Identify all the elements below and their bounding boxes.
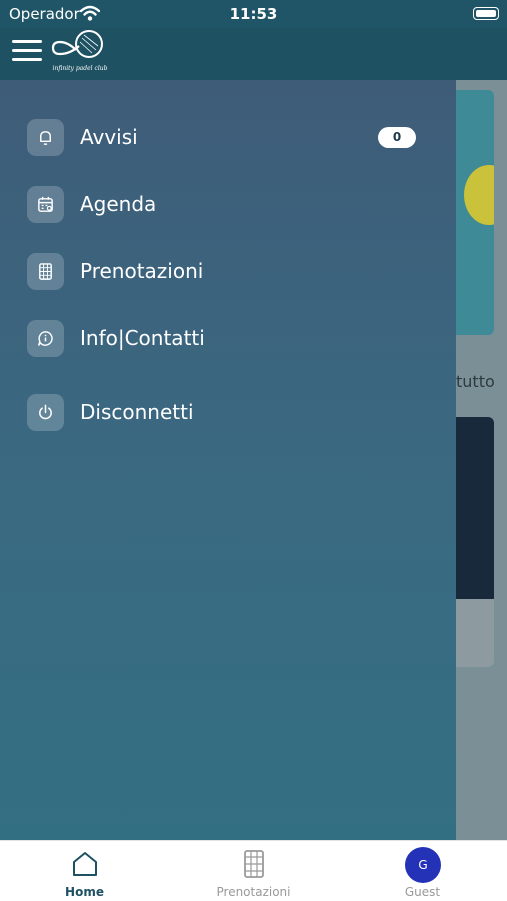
menu-item-agenda[interactable]: Agenda	[27, 184, 427, 224]
calendar-icon	[27, 186, 64, 223]
background-page: tutto	[456, 80, 507, 840]
menu-item-label: Avvisi	[80, 125, 138, 149]
tab-label: Home	[65, 885, 104, 899]
battery-icon	[473, 7, 499, 20]
club-logo: infinity padel club	[51, 30, 108, 72]
info-bubble-icon	[27, 320, 64, 357]
menu-item-avvisi[interactable]: Avvisi 0	[27, 117, 427, 157]
tab-label: Guest	[404, 885, 441, 899]
court-icon	[27, 253, 64, 290]
app-header: infinity padel club	[0, 28, 507, 80]
logo-text: infinity padel club	[53, 65, 108, 72]
menu-item-label: Agenda	[80, 192, 157, 216]
home-icon	[73, 852, 97, 876]
menu-item-label: Prenotazioni	[80, 259, 204, 283]
bottom-tab-bar: Home Prenotazioni G Guest	[0, 840, 507, 901]
status-bar: Operador 11:53	[0, 0, 507, 28]
clock: 11:53	[229, 5, 278, 23]
court-icon	[244, 850, 264, 878]
power-icon	[27, 394, 64, 431]
menu-item-prenotazioni[interactable]: Prenotazioni	[27, 251, 427, 291]
tab-home[interactable]: Home	[0, 841, 169, 901]
notification-count-badge: 0	[378, 127, 416, 148]
background-card	[456, 417, 494, 667]
avatar: G	[405, 847, 441, 883]
tab-prenotazioni[interactable]: Prenotazioni	[169, 841, 338, 901]
menu-item-label: Disconnetti	[80, 400, 194, 424]
menu-item-label: Info|Contatti	[80, 326, 205, 350]
bell-icon	[27, 119, 64, 156]
side-drawer: Avvisi 0 Agenda Prenotazioni Info|Contat…	[0, 80, 456, 840]
background-text: tutto	[456, 372, 495, 391]
tab-label: Prenotazioni	[216, 885, 291, 899]
menu-item-info-contatti[interactable]: Info|Contatti	[27, 318, 427, 358]
menu-item-disconnetti[interactable]: Disconnetti	[27, 392, 427, 432]
tab-guest[interactable]: G Guest	[338, 841, 507, 901]
background-card	[456, 90, 494, 335]
menu-hamburger-button[interactable]	[12, 40, 42, 64]
